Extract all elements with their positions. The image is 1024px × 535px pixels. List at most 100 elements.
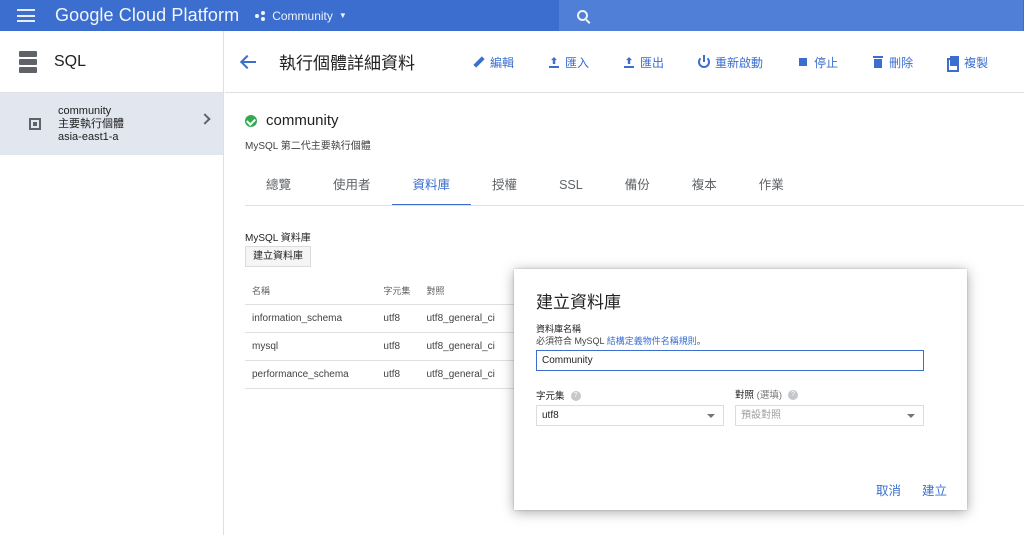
back-arrow-icon[interactable] xyxy=(240,54,256,70)
import-icon xyxy=(548,56,560,68)
cell-collation: utf8_general_ci xyxy=(419,332,515,361)
cell-name: information_schema xyxy=(245,304,377,333)
instance-icon xyxy=(29,118,41,130)
naming-rules-link[interactable]: 結構定義物件名稱規則 xyxy=(607,336,697,346)
page-title: 執行個體詳細資料 xyxy=(279,54,415,73)
cancel-button[interactable]: 取消 xyxy=(876,480,901,499)
tab-bar: 總覽 使用者 資料庫 授權 SSL 備份 複本 作業 xyxy=(245,171,805,206)
trash-icon xyxy=(872,56,884,68)
sql-layers-icon xyxy=(18,50,38,73)
collation-select[interactable]: 預設對照 xyxy=(735,405,924,426)
tab-operations[interactable]: 作業 xyxy=(738,171,805,206)
delete-button[interactable]: 刪除 xyxy=(872,54,913,71)
create-database-button[interactable]: 建立資料庫 xyxy=(245,246,311,267)
hint-prefix: 必須符合 MySQL xyxy=(536,336,607,346)
dropdown-arrow-icon xyxy=(707,414,715,418)
caret-down-icon: ▼ xyxy=(338,11,347,20)
table-row[interactable]: information_schema utf8 utf8_general_ci xyxy=(245,304,515,333)
hint-suffix: 。 xyxy=(696,336,706,346)
charset-value: utf8 xyxy=(542,410,559,421)
top-bar: Google Cloud Platform Community ▼ xyxy=(0,0,1024,31)
power-icon xyxy=(698,55,711,68)
menu-icon[interactable] xyxy=(17,9,35,22)
databases-section-title: MySQL 資料庫 xyxy=(245,233,311,244)
help-icon[interactable]: ? xyxy=(787,390,798,401)
collation-label: 對照 xyxy=(735,390,755,401)
cell-charset: utf8 xyxy=(376,360,420,389)
instance-title: community xyxy=(266,112,339,129)
chevron-right-icon xyxy=(199,113,211,125)
table-row[interactable]: performance_schema utf8 utf8_general_ci xyxy=(245,360,515,389)
tab-overview[interactable]: 總覽 xyxy=(245,171,312,206)
instance-heading: community xyxy=(245,112,339,129)
table-header-row: 名稱 字元集 對照 xyxy=(245,278,515,305)
clone-button[interactable]: 複製 xyxy=(947,54,989,72)
search-bar[interactable] xyxy=(559,0,1023,31)
stop-button[interactable]: 停止 xyxy=(797,54,838,71)
collation-placeholder: 預設對照 xyxy=(741,410,781,421)
stop-icon xyxy=(797,56,809,68)
tab-databases[interactable]: 資料庫 xyxy=(391,171,472,206)
clone-label: 複製 xyxy=(964,55,989,70)
collation-label-row: 對照 (選填)? xyxy=(735,387,798,401)
restart-label: 重新啟動 xyxy=(715,55,764,70)
edit-button[interactable]: 編輯 xyxy=(473,54,514,71)
import-label: 匯入 xyxy=(565,55,590,70)
cell-name: mysql xyxy=(245,332,377,361)
charset-label-row: 字元集? xyxy=(536,388,581,402)
database-name-hint: 必須符合 MySQL 結構定義物件名稱規則。 xyxy=(536,334,706,347)
stop-label: 停止 xyxy=(814,55,839,70)
project-selector[interactable]: Community ▼ xyxy=(255,9,347,23)
databases-table: 名稱 字元集 對照 information_schema utf8 utf8_g… xyxy=(245,278,515,389)
cell-name: performance_schema xyxy=(245,360,377,389)
create-database-dialog: 建立資料庫 資料庫名稱 必須符合 MySQL 結構定義物件名稱規則。 字元集? … xyxy=(514,269,967,510)
page-toolbar: 執行個體詳細資料 編輯 匯入 匯出 重新啟動 停止 刪除 複製 xyxy=(225,31,1024,93)
instance-role: 主要執行個體 xyxy=(58,117,124,130)
tab-divider xyxy=(245,205,1024,206)
cell-collation: utf8_general_ci xyxy=(419,304,515,333)
cell-charset: utf8 xyxy=(376,332,420,361)
tab-ssl[interactable]: SSL xyxy=(538,171,604,206)
charset-select[interactable]: utf8 xyxy=(536,405,724,426)
search-icon xyxy=(577,10,588,21)
export-button[interactable]: 匯出 xyxy=(623,54,664,71)
sidebar-header: SQL xyxy=(0,31,223,93)
charset-label: 字元集 xyxy=(536,391,565,402)
restart-button[interactable]: 重新啟動 xyxy=(698,54,763,71)
column-header-name[interactable]: 名稱 xyxy=(245,278,377,305)
sidebar-item-instance[interactable]: community 主要執行個體 asia-east1-a xyxy=(0,93,223,155)
column-header-collation[interactable]: 對照 xyxy=(419,278,515,305)
action-bar: 編輯 匯入 匯出 重新啟動 停止 刪除 複製 xyxy=(473,31,1022,93)
instance-description: MySQL 第二代主要執行個體 xyxy=(245,141,371,152)
tab-replicas[interactable]: 複本 xyxy=(671,171,738,206)
create-button[interactable]: 建立 xyxy=(922,480,947,499)
database-name-input[interactable] xyxy=(536,350,924,371)
project-dots-icon xyxy=(255,10,267,21)
check-circle-icon xyxy=(245,114,257,127)
pencil-icon xyxy=(473,56,485,68)
cell-collation: utf8_general_ci xyxy=(419,360,515,389)
export-icon xyxy=(623,56,635,68)
tab-authorization[interactable]: 授權 xyxy=(471,171,538,206)
help-icon[interactable]: ? xyxy=(570,391,581,402)
table-row[interactable]: mysql utf8 utf8_general_ci xyxy=(245,332,515,361)
sidebar: SQL community 主要執行個體 asia-east1-a xyxy=(0,31,224,535)
copy-icon xyxy=(947,56,960,72)
instance-name: community xyxy=(58,104,112,117)
brand-title[interactable]: Google Cloud Platform xyxy=(55,5,239,26)
export-label: 匯出 xyxy=(640,55,665,70)
dialog-title: 建立資料庫 xyxy=(536,293,621,312)
instance-summary: community 主要執行個體 asia-east1-a xyxy=(58,105,124,144)
edit-label: 編輯 xyxy=(490,55,515,70)
instance-zone: asia-east1-a xyxy=(58,130,119,143)
project-name: Community xyxy=(272,8,333,23)
tab-users[interactable]: 使用者 xyxy=(312,171,392,206)
cell-charset: utf8 xyxy=(376,304,420,333)
sidebar-title: SQL xyxy=(54,52,87,70)
delete-label: 刪除 xyxy=(889,55,914,70)
import-button[interactable]: 匯入 xyxy=(548,54,589,71)
dropdown-arrow-icon xyxy=(907,414,915,418)
column-header-charset[interactable]: 字元集 xyxy=(376,278,420,305)
tab-backups[interactable]: 備份 xyxy=(604,171,671,206)
collation-optional: (選填) xyxy=(756,390,782,401)
